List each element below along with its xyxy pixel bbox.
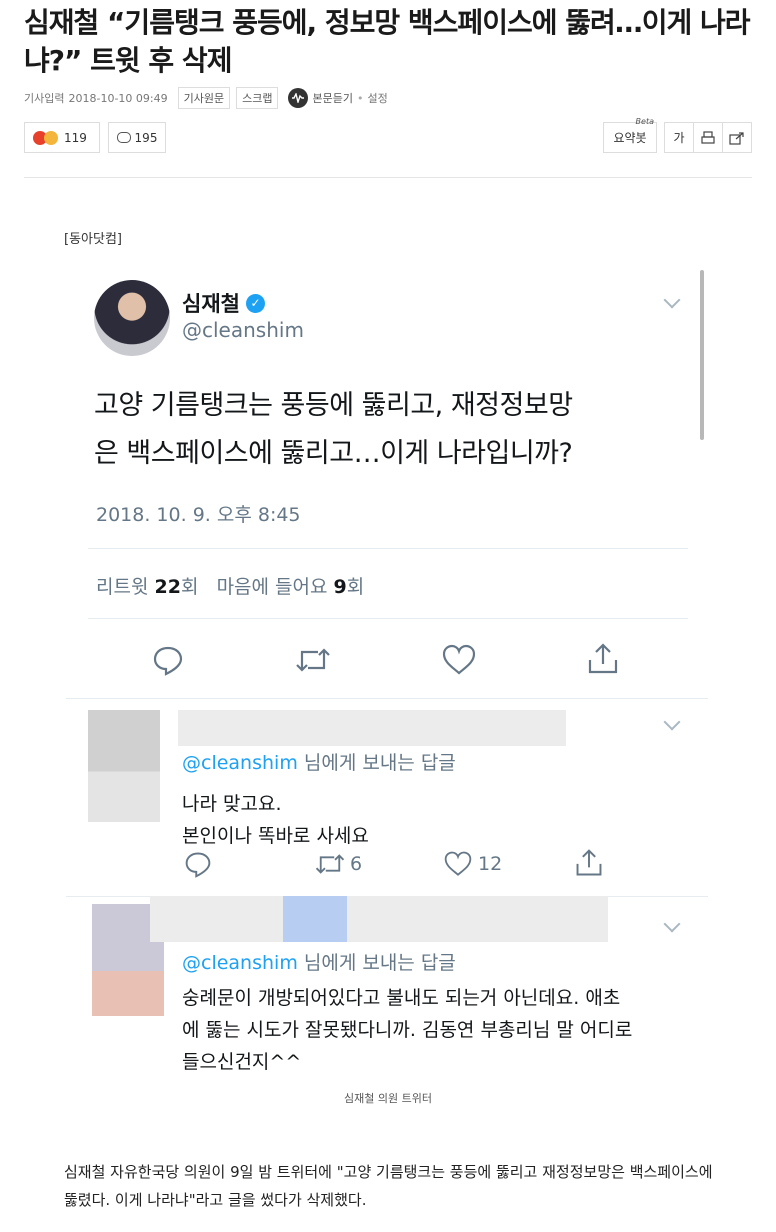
reply-to-label: @cleanshim 님에게 보내는 답글 [182, 948, 456, 975]
article-body: 심재철 자유한국당 의원이 9일 밤 트위터에 "고양 기름탱크는 풍등에 뚫리… [64, 1163, 713, 1209]
comment-count: 195 [134, 130, 158, 145]
article-date: 2018-10-10 09:49 [68, 91, 168, 105]
listen-label: 본문듣기 [312, 92, 353, 105]
reply-text-line: 들으신건지^^ [182, 1051, 302, 1073]
retweet-button[interactable]: 6 [314, 850, 362, 878]
reply-icon [185, 852, 211, 878]
separator-dot: • [356, 91, 364, 105]
like-button[interactable]: 12 [444, 850, 502, 878]
reply-text: 나라 맞고요. 본인이나 똑바로 사세요 [182, 788, 369, 852]
article-meta: 기사입력 2018-10-10 09:49 기사원문 스크랩 본문듣기 • 설정 [24, 86, 388, 110]
comments-button[interactable]: 195 [108, 122, 166, 153]
source-tag: [동아닷컴] [64, 232, 122, 247]
tweet-handle: @cleanshim [182, 318, 304, 342]
share-icon [588, 643, 618, 674]
image-caption: 심재철 의원 트위터 [344, 1092, 432, 1105]
retweet-icon [296, 648, 330, 672]
comment-bubble-icon [116, 132, 131, 143]
summary-label: 요약봇 [613, 131, 647, 145]
smile-emoji-icon [44, 130, 58, 145]
reply-text-line: 에 뚫는 시도가 잘못됐다니까. 김동연 부총리님 말 어디로 [182, 1019, 633, 1041]
date-label: 기사입력 [24, 92, 65, 105]
right-tools: 요약봇 Beta 가 [603, 117, 752, 153]
tweet-stats: 리트윗 22회 마음에 들어요 9회 [96, 572, 364, 599]
divider [88, 618, 688, 619]
divider [88, 548, 688, 549]
avatar [94, 280, 170, 356]
reply-to-handle[interactable]: @cleanshim [182, 952, 298, 974]
reply-button[interactable] [152, 644, 184, 676]
tweet-author-name: 심재철 [182, 292, 240, 316]
chevron-down-icon [663, 915, 681, 933]
article-headline: 심재철 “기름탱크 풍등에, 정보망 백스페이스에 뚫려…이게 나라냐?” 트윗… [24, 6, 751, 77]
retweet-button[interactable] [294, 644, 332, 676]
reply-text-line: 본인이나 똑바로 사세요 [182, 825, 369, 847]
like-count: 12 [478, 853, 503, 875]
summary-bot-button[interactable]: 요약봇 Beta [603, 117, 657, 153]
blurred-avatar [88, 710, 160, 822]
reply-to-label: @cleanshim 님에게 보내는 답글 [182, 748, 456, 775]
blurred-name [150, 896, 608, 942]
settings-link[interactable]: 설정 [367, 90, 387, 106]
share-tweet-button[interactable] [586, 642, 620, 676]
chevron-down-icon [663, 713, 681, 731]
retweets-count: 22 [154, 576, 181, 598]
scrap-button[interactable]: 스크랩 [236, 87, 279, 109]
article-toolbar: 119 195 요약봇 Beta 가 [24, 117, 752, 154]
reply-button[interactable] [184, 850, 212, 878]
tweet-author: 심재철 ✓ [182, 288, 265, 318]
likes-unit: 회 [346, 576, 365, 598]
reply-text-line: 나라 맞고요. [182, 793, 282, 815]
reply-icon [153, 646, 183, 676]
reply-text: 숭례문이 개방되어있다고 불내도 되는거 아닌데요. 애초 에 뚫는 시도가 잘… [182, 982, 632, 1076]
likes-label: 마음에 들어요 [216, 576, 328, 598]
retweet-count: 6 [350, 853, 363, 875]
print-button[interactable] [693, 122, 723, 153]
reply-tweet: @cleanshim 님에게 보내는 답글 나라 맞고요. 본인이나 똑바로 사… [66, 698, 708, 896]
reply-to-suffix: 님에게 보내는 답글 [297, 952, 456, 974]
reply-text-line: 숭례문이 개방되어있다고 불내도 되는거 아닌데요. 애초 [182, 987, 621, 1009]
retweet-icon [315, 854, 345, 874]
beta-label: Beta [635, 117, 654, 126]
chevron-down-icon [663, 291, 681, 309]
share-icon [576, 849, 602, 876]
heart-icon [442, 644, 476, 675]
tweet-text: 고양 기름탱크는 풍등에 뚫리고, 재정정보망 은 백스페이스에 뚫리고…이게 … [94, 382, 694, 478]
blurred-name [178, 710, 566, 746]
share-out-icon [729, 131, 744, 145]
font-size-label: 가 [673, 131, 685, 145]
like-button[interactable] [442, 644, 476, 676]
retweets-label: 리트윗 [96, 576, 149, 598]
verified-badge-icon: ✓ [245, 293, 265, 313]
tweet-text-line: 고양 기름탱크는 풍등에 뚫리고, 재정정보망 [94, 390, 573, 421]
reaction-count: 119 [64, 130, 87, 145]
share-button[interactable] [722, 122, 752, 153]
tweet-time: 2018. 10. 9. 오후 8:45 [96, 504, 301, 526]
original-article-button[interactable]: 기사원문 [177, 87, 231, 109]
reply-to-suffix: 님에게 보내는 답글 [297, 752, 456, 774]
retweets-unit: 회 [180, 576, 199, 598]
tweet-screenshot: 심재철 ✓ @cleanshim 고양 기름탱크는 풍등에 뚫리고, 재정정보망… [66, 264, 708, 1076]
reaction-button[interactable]: 119 [24, 122, 100, 153]
share-tweet-button[interactable] [574, 848, 604, 878]
audio-wave-icon [288, 88, 309, 108]
print-icon [701, 130, 715, 144]
reply-tweet: @cleanshim 님에게 보내는 답글 숭례문이 개방되어있다고 불내도 되… [66, 896, 708, 1076]
likes-count: 9 [333, 576, 347, 598]
header-divider [24, 177, 752, 178]
font-size-button[interactable]: 가 [664, 122, 694, 153]
tweet-text-line: 은 백스페이스에 뚫리고…이게 나라입니까? [94, 438, 573, 469]
heart-icon [444, 851, 472, 876]
listen-button[interactable]: 본문듣기 [288, 88, 353, 108]
scroll-thumb [700, 270, 704, 440]
reply-to-handle[interactable]: @cleanshim [182, 752, 298, 774]
